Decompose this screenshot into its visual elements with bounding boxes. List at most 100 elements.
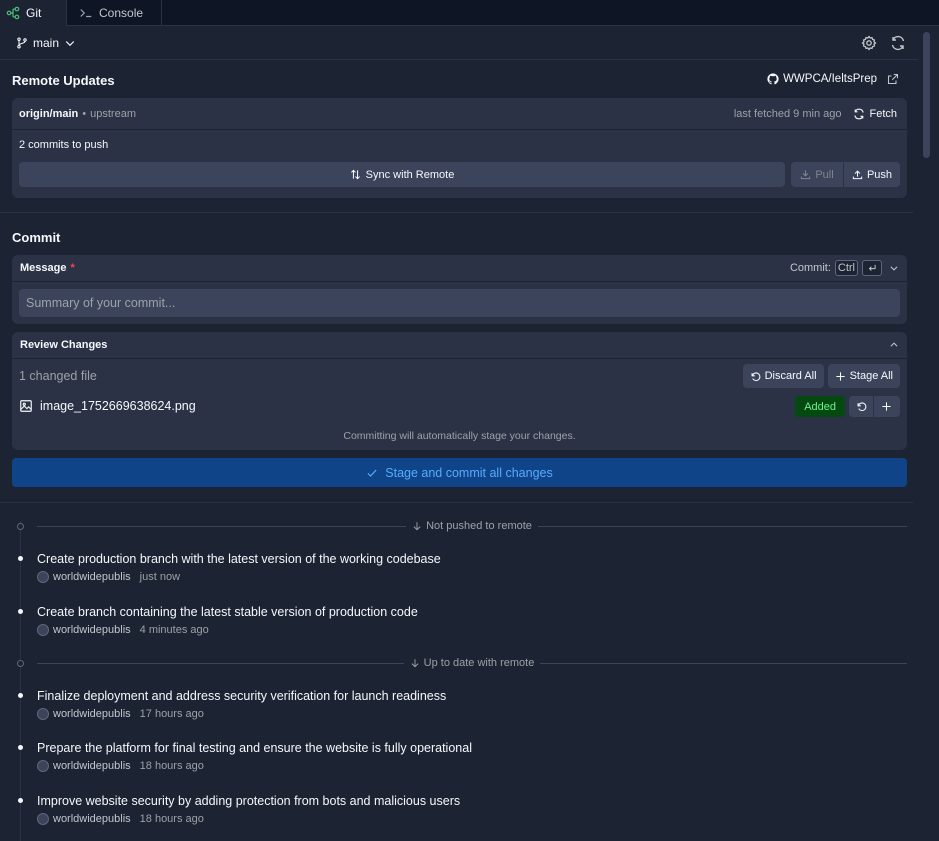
gear-icon[interactable] (861, 34, 877, 51)
changed-file-row[interactable]: image_1752669638624.png Added (19, 396, 900, 417)
last-fetched: last fetched 9 min ago (733, 107, 842, 120)
stage-file-button[interactable] (874, 396, 899, 417)
pull-label: Pull (815, 168, 834, 181)
discard-all-button[interactable]: Discard All (742, 364, 824, 388)
review-changes-card: Review Changes 1 changed file Discard Al… (12, 332, 907, 450)
branch-bar: main (0, 26, 918, 60)
git-icon (6, 6, 20, 20)
not-pushed-separator: Not pushed to remote (17, 519, 908, 533)
arrow-down-icon (411, 659, 419, 668)
not-pushed-text: Not pushed to remote (426, 520, 532, 532)
separator-line (37, 662, 404, 664)
arrows-up-down-icon (350, 169, 360, 180)
changed-file-count: 1 changed file (19, 369, 97, 383)
refresh-icon (854, 108, 865, 119)
enter-key (862, 260, 882, 276)
auto-stage-note: Committing will automatically stage your… (343, 430, 576, 442)
stage-all-button[interactable]: Stage All (827, 364, 900, 388)
branch-icon (17, 37, 27, 48)
commit-time: just now (139, 571, 181, 583)
tab-console-label: Console (99, 6, 144, 20)
refresh-icon[interactable] (890, 35, 906, 51)
sync-with-remote-button[interactable]: Sync with Remote (19, 162, 785, 187)
discard-all-label: Discard All (764, 370, 817, 382)
commit-message-input[interactable] (19, 289, 900, 317)
undo-icon (857, 402, 866, 411)
commit-button-label: Stage and commit all changes (385, 465, 553, 480)
tab-git-label: Git (26, 6, 42, 20)
commit-time: 18 hours ago (139, 760, 204, 772)
pull-button[interactable]: Pull (791, 162, 844, 187)
remote-branch-row: origin/main • upstream last fetched 9 mi… (12, 98, 907, 130)
enter-icon (868, 264, 876, 271)
review-changes-title: Review Changes (20, 339, 108, 351)
section-divider (0, 502, 913, 503)
pull-push-group: Pull Push (791, 162, 900, 187)
github-icon (767, 73, 779, 85)
sync-label: Sync with Remote (365, 168, 455, 181)
arrow-down-icon (413, 522, 421, 531)
undo-icon (751, 371, 760, 381)
commit-shortcut[interactable]: Commit: Ctrl (790, 260, 899, 276)
scrollbar-thumb[interactable] (923, 32, 930, 158)
file-name: image_1752669638624.png (40, 399, 196, 413)
ctrl-key: Ctrl (834, 260, 858, 276)
separator-line (540, 662, 908, 664)
commit-entry-meta: worldwidepublis just now (37, 571, 180, 583)
chevron-down-icon (65, 40, 75, 46)
commit-entry-title: Create branch containing the latest stab… (37, 605, 418, 619)
push-label: Push (866, 168, 893, 181)
tab-git[interactable]: Git (0, 0, 67, 26)
separator-line (37, 525, 407, 527)
avatar (37, 624, 49, 636)
status-badge: Added (795, 396, 845, 417)
commit-author: worldwidepublis (53, 571, 131, 583)
commit-author: worldwidepublis (53, 813, 131, 825)
commit-time: 17 hours ago (139, 708, 204, 720)
discard-file-button[interactable] (849, 396, 874, 417)
commit-time: 4 minutes ago (139, 624, 209, 636)
avatar (37, 708, 49, 720)
commit-entry-title: Prepare the platform for final testing a… (37, 741, 472, 755)
avatar (37, 813, 49, 825)
upload-icon (852, 170, 863, 180)
up-to-date-label: Up to date with remote (404, 657, 541, 669)
stage-all-label: Stage All (849, 370, 893, 382)
plus-icon (835, 371, 845, 381)
commit-dot (18, 798, 23, 803)
up-to-date-text: Up to date with remote (423, 657, 535, 669)
commit-dot (18, 693, 23, 698)
chevron-down-icon (890, 266, 898, 271)
repo-link[interactable]: WWPCA/IeltsPrep (767, 73, 899, 85)
file-actions (849, 396, 900, 417)
commit-time: 18 hours ago (139, 813, 204, 825)
commit-author: worldwidepublis (53, 624, 131, 636)
not-pushed-label: Not pushed to remote (406, 520, 538, 532)
push-count: 2 commits to push (19, 139, 109, 151)
fetch-label: Fetch (869, 107, 897, 120)
push-button[interactable]: Push (844, 162, 900, 187)
separator-dot: • (82, 107, 87, 120)
message-label: Message (20, 262, 67, 274)
tab-console[interactable]: Console (67, 0, 162, 26)
image-file-icon (20, 400, 32, 412)
remote-updates-title: Remote Updates (12, 73, 115, 88)
stage-and-commit-button[interactable]: Stage and commit all changes (12, 458, 907, 487)
repo-name: WWPCA/IeltsPrep (783, 73, 877, 85)
section-divider (0, 212, 913, 213)
commit-entry-title: Finalize deployment and address security… (37, 689, 447, 703)
check-icon (367, 469, 377, 477)
chevron-up-icon (890, 342, 898, 347)
shortcut-prefix: Commit: (789, 262, 831, 274)
fetch-button[interactable]: Fetch (853, 108, 900, 120)
commit-dot (18, 609, 23, 614)
timeline-line (20, 521, 21, 841)
message-card: Message * Commit: Ctrl (12, 255, 907, 324)
avatar (37, 760, 49, 772)
commit-author: worldwidepublis (53, 708, 131, 720)
branch-selector[interactable]: main (16, 36, 76, 50)
review-changes-header[interactable]: Review Changes (12, 332, 907, 359)
terminal-icon (80, 9, 92, 18)
timeline-node (17, 659, 24, 667)
commit-entry-meta: worldwidepublis 18 hours ago (37, 813, 204, 825)
